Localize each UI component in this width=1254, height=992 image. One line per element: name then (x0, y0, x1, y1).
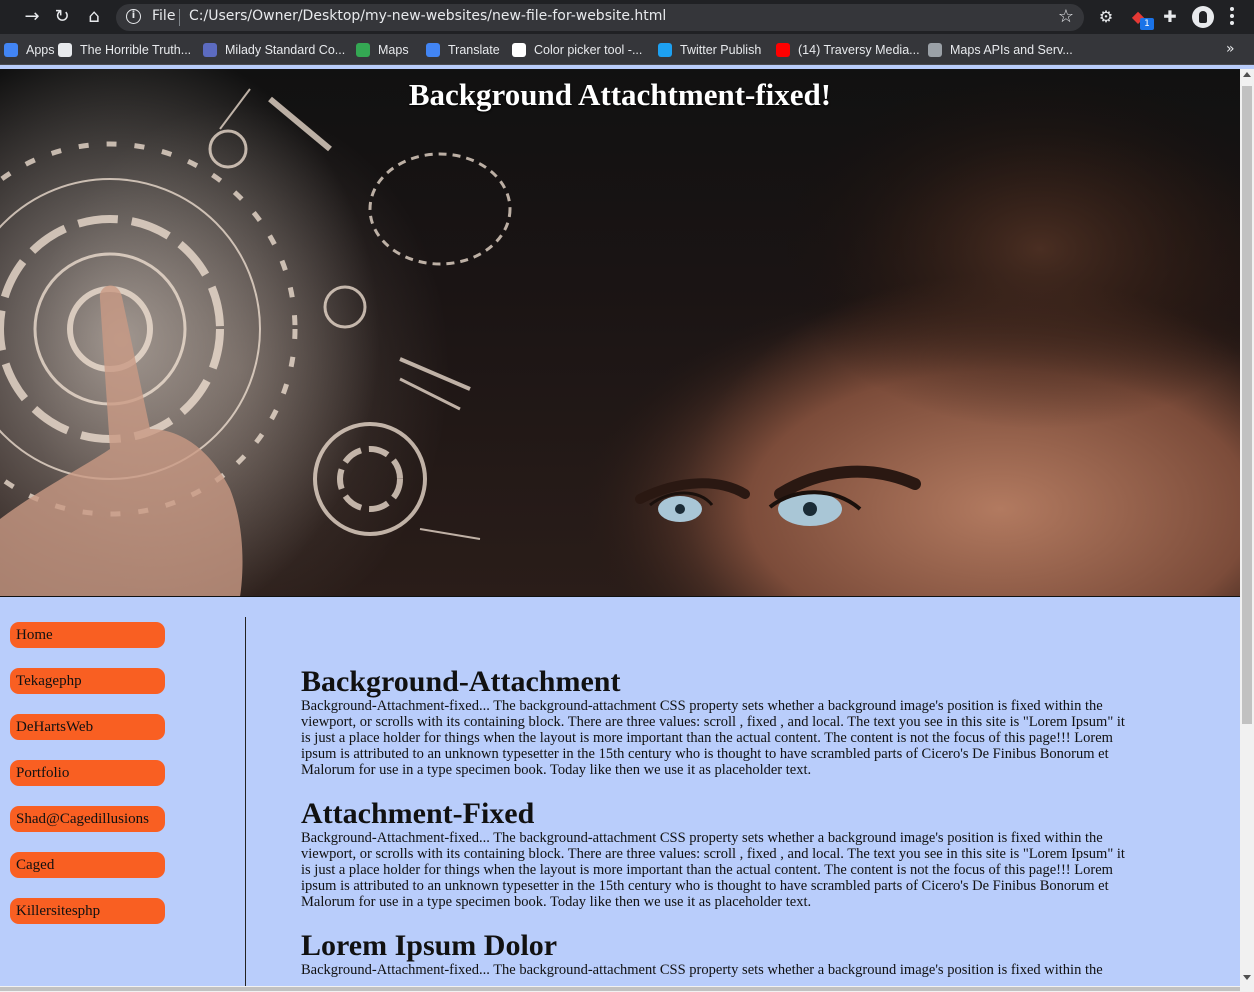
nav-link-caged[interactable]: Caged (10, 852, 165, 878)
forward-icon[interactable]: → (20, 5, 44, 29)
home-icon[interactable]: ⌂ (82, 5, 106, 29)
article-section: Attachment-Fixed Background-Attachment-fi… (301, 797, 1171, 911)
nav-link-killersitesphp[interactable]: Killersitesphp (10, 898, 165, 924)
bookmark-label: (14) Traversy Media... (798, 43, 920, 57)
article-section: Background-Attachment Background-Attachme… (301, 665, 1171, 779)
chevron-right-icon[interactable]: » (1226, 41, 1235, 57)
nav-link-portfolio[interactable]: Portfolio (10, 760, 165, 786)
article-line: Background-Attachment-fixed... The backg… (301, 698, 1103, 714)
gear-icon[interactable]: ⚙ (1096, 7, 1116, 27)
bookmark-item[interactable]: Translate (426, 41, 500, 59)
article-line: is just a place holder for things when t… (301, 862, 1113, 878)
gear-icon (928, 43, 942, 57)
avatar[interactable] (1192, 6, 1214, 28)
sidebar-divider (245, 617, 246, 986)
article-line: viewport, or scrolls with its containing… (301, 714, 1125, 730)
bookmark-label: Twitter Publish (680, 43, 762, 57)
translate-icon (426, 43, 440, 57)
bookmark-label: Milady Standard Co... (225, 43, 346, 57)
q-logo-icon (203, 43, 217, 57)
maps-pin-icon (356, 43, 370, 57)
article-body: Background-Attachment-fixed... The backg… (301, 830, 1171, 910)
browser-toolbar: → ↻ ⌂ i File C:/Users/Owner/Desktop/my-n… (0, 0, 1254, 34)
bookmark-item[interactable]: Milady Standard Co... (203, 41, 345, 59)
article-line: Malorum for use in a type specimen book.… (301, 894, 812, 910)
menu-icon[interactable] (1230, 7, 1234, 27)
bookmark-item[interactable]: Maps APIs and Serv... (928, 41, 1073, 59)
article-line: Background-Attachment-fixed... The backg… (301, 962, 1103, 978)
horizontal-scrollbar-thumb[interactable] (0, 987, 1240, 991)
info-icon[interactable]: i (126, 9, 141, 24)
nav-link-dehartsweb[interactable]: DeHartsWeb (10, 714, 165, 740)
bookmarks-bar: Apps The Horrible Truth... Milady Standard… (0, 34, 1254, 65)
article-body: Background-Attachment-fixed... The backg… (301, 962, 1171, 978)
article-heading: Attachment-Fixed (301, 797, 535, 830)
scroll-down-icon[interactable] (1243, 975, 1251, 980)
bookmark-label: The Horrible Truth... (80, 43, 192, 57)
hero-photo (0, 69, 1240, 597)
bookmark-label: Maps APIs and Serv... (950, 43, 1073, 57)
nav-link-shad-cagedillusions[interactable]: Shad@Cagedillusions (10, 806, 165, 832)
bookmark-star-icon[interactable]: ☆ (1058, 6, 1074, 27)
bookmark-item[interactable]: Twitter Publish (658, 41, 761, 59)
page-title: Background Attachtment-fixed! (408, 77, 832, 112)
reload-icon[interactable]: ↻ (50, 5, 74, 29)
bookmark-label: Color picker tool -... (534, 43, 643, 57)
article-heading: Lorem Ipsum Dolor (301, 929, 558, 962)
bookmark-item[interactable]: The Horrible Truth... (58, 41, 191, 59)
scroll-up-icon[interactable] (1243, 72, 1251, 77)
article-line: ipsum is attributed to an unknown typese… (301, 746, 1109, 762)
apps-grid-icon (4, 43, 18, 57)
hero-divider (0, 596, 1240, 597)
nav-link-tekagephp[interactable]: Tekagephp (10, 668, 165, 694)
bookmark-item[interactable]: Maps (356, 41, 409, 59)
color-picker-icon (512, 43, 526, 57)
article-line: is just a place holder for things when t… (301, 730, 1113, 746)
article-section: Lorem Ipsum Dolor Background-Attachment-f… (301, 929, 1171, 979)
article-line: viewport, or scrolls with its containing… (301, 846, 1125, 862)
bookmark-label: Translate (448, 43, 500, 57)
scrollbar-thumb[interactable] (1242, 86, 1252, 724)
bookmark-label: Maps (378, 43, 409, 57)
article-line: Malorum for use in a type specimen book.… (301, 762, 812, 778)
url-text[interactable]: C:/Users/Owner/Desktop/my-new-websites/n… (189, 8, 666, 24)
article-heading: Background-Attachment (301, 665, 621, 698)
bookmark-item[interactable]: Color picker tool -... (512, 41, 642, 59)
hero-banner: Background Attachtment-fixed! (0, 69, 1240, 597)
address-bar[interactable]: i File C:/Users/Owner/Desktop/my-new-web… (116, 4, 1084, 31)
twitter-icon (658, 43, 672, 57)
extension-badge: 1 (1140, 18, 1154, 30)
bookmark-item[interactable]: Apps (4, 41, 55, 59)
globe-icon (58, 43, 72, 57)
bookmark-label: Apps (26, 43, 55, 57)
nav-link-home[interactable]: Home (10, 622, 165, 648)
article-body: Background-Attachment-fixed... The backg… (301, 698, 1171, 778)
url-separator (179, 9, 180, 26)
article-line: ipsum is attributed to an unknown typese… (301, 878, 1109, 894)
bookmark-item[interactable]: (14) Traversy Media... (776, 41, 920, 59)
youtube-icon (776, 43, 790, 57)
puzzle-icon[interactable]: ✚ (1160, 7, 1180, 27)
article-line: Background-Attachment-fixed... The backg… (301, 830, 1103, 846)
url-scheme: File (152, 8, 176, 24)
